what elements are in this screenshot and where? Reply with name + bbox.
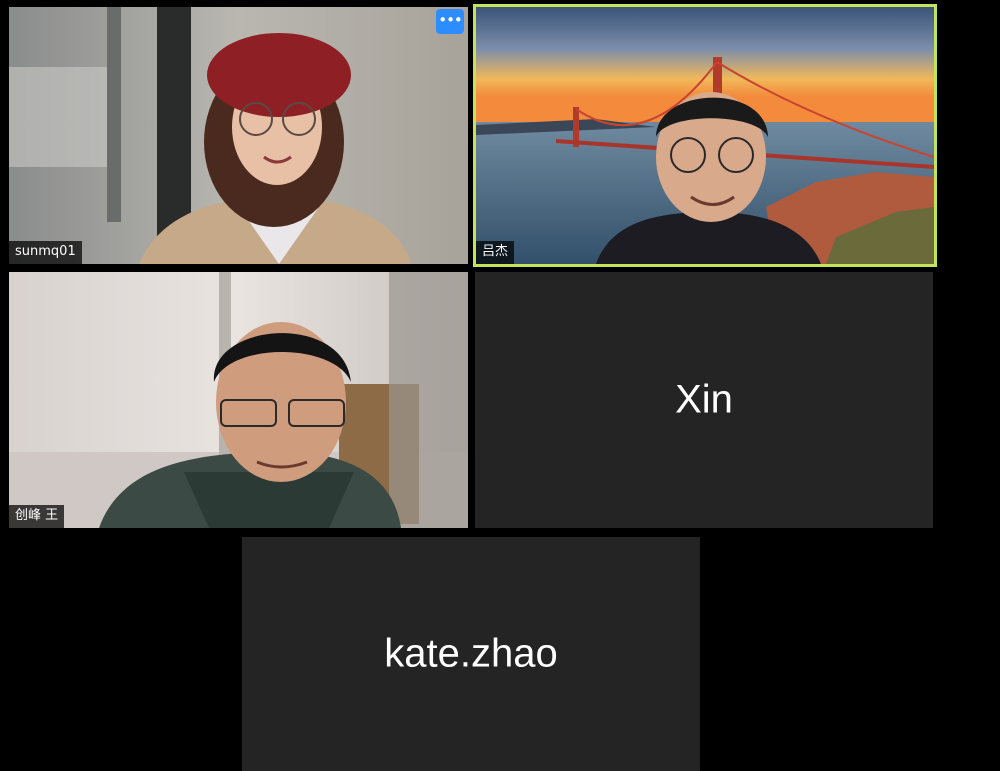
virtual-background-golden-gate bbox=[476, 7, 934, 264]
more-options-button[interactable]: ••• bbox=[436, 9, 464, 34]
participant-tile-sunmq01[interactable]: ••• sunmq01 bbox=[9, 7, 468, 264]
video-feed bbox=[9, 7, 468, 264]
participant-name-label: 吕杰 bbox=[476, 241, 515, 264]
participant-name: kate.zhao bbox=[384, 631, 558, 676]
video-gallery: ••• sunmq01 吕杰 创峰 王 Xin kate.zhao bbox=[0, 0, 1000, 771]
participant-tile-chuangfeng-wang[interactable]: 创峰 王 bbox=[9, 272, 468, 528]
participant-name-label: sunmq01 bbox=[9, 241, 82, 264]
participant-tile-kate-zhao[interactable]: kate.zhao bbox=[242, 537, 700, 771]
participant-tile-xin[interactable]: Xin bbox=[475, 272, 933, 528]
participant-name: Xin bbox=[675, 377, 733, 422]
more-options-icon: ••• bbox=[438, 11, 463, 29]
participant-name-label: 创峰 王 bbox=[9, 505, 65, 528]
video-feed bbox=[9, 272, 468, 528]
participant-tile-active-speaker[interactable]: 吕杰 bbox=[473, 4, 937, 267]
